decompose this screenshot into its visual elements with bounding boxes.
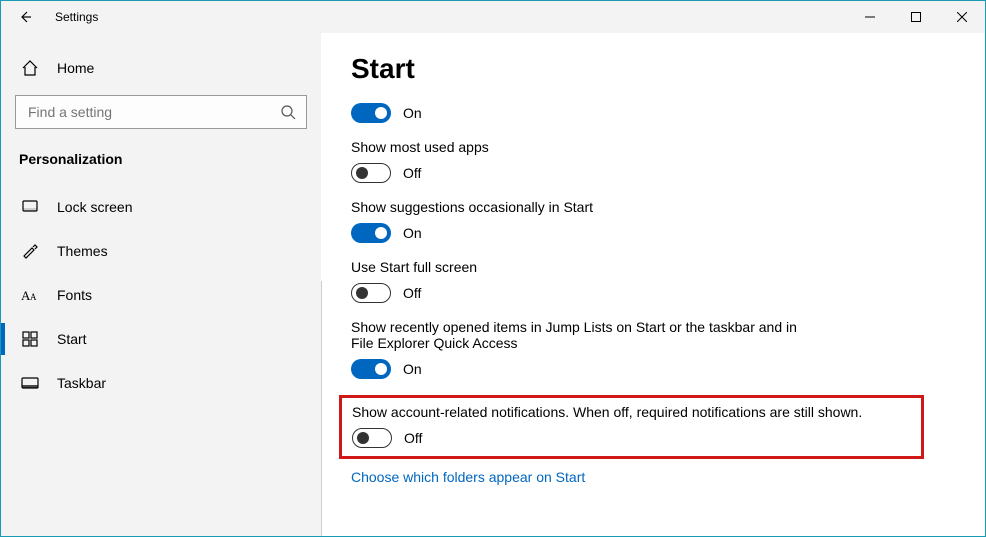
toggle-full-screen[interactable] xyxy=(351,283,391,303)
highlighted-setting-box: Show account-related notifications. When… xyxy=(339,395,924,459)
toggle-state-text: On xyxy=(403,361,422,377)
toggle-state-text: Off xyxy=(403,165,421,181)
start-icon xyxy=(21,330,49,348)
minimize-button[interactable] xyxy=(847,1,893,33)
choose-folders-link[interactable]: Choose which folders appear on Start xyxy=(351,469,955,485)
setting-label: Show suggestions occasionally in Start xyxy=(351,199,811,215)
toggle-state-text: On xyxy=(403,225,422,241)
vertical-divider xyxy=(321,281,322,536)
setting-most-used-apps: Show most used apps Off xyxy=(351,139,955,183)
setting-label: Show most used apps xyxy=(351,139,811,155)
setting-label: Show account-related notifications. When… xyxy=(352,404,882,420)
toggle-first[interactable] xyxy=(351,103,391,123)
arrow-left-icon xyxy=(17,9,33,25)
search-input[interactable] xyxy=(26,103,280,121)
taskbar-icon xyxy=(21,374,49,392)
setting-first-toggle: On xyxy=(351,103,955,123)
lock-screen-icon xyxy=(21,198,49,216)
maximize-button[interactable] xyxy=(893,1,939,33)
search-box[interactable] xyxy=(15,95,307,129)
sidebar-item-home[interactable]: Home xyxy=(1,51,321,85)
setting-account-notifications: Show account-related notifications. When… xyxy=(352,404,911,448)
toggle-account-notifications[interactable] xyxy=(352,428,392,448)
home-label: Home xyxy=(57,60,94,76)
toggle-state-text: Off xyxy=(403,285,421,301)
sidebar-item-start[interactable]: Start xyxy=(1,317,321,361)
setting-label: Show recently opened items in Jump Lists… xyxy=(351,319,811,351)
sidebar-item-label: Fonts xyxy=(57,287,92,303)
close-icon xyxy=(957,12,967,22)
maximize-icon xyxy=(911,12,921,22)
svg-text:A: A xyxy=(30,292,37,302)
setting-recent-items: Show recently opened items in Jump Lists… xyxy=(351,319,955,379)
sidebar-item-lock-screen[interactable]: Lock screen xyxy=(1,185,321,229)
back-button[interactable] xyxy=(9,1,41,33)
window-controls xyxy=(847,1,985,33)
sidebar-item-label: Lock screen xyxy=(57,199,132,215)
setting-label: Use Start full screen xyxy=(351,259,811,275)
sidebar-item-label: Themes xyxy=(57,243,108,259)
toggle-suggestions[interactable] xyxy=(351,223,391,243)
setting-suggestions: Show suggestions occasionally in Start O… xyxy=(351,199,955,243)
search-icon xyxy=(280,104,296,120)
titlebar: Settings xyxy=(1,1,985,33)
toggle-state-text: On xyxy=(403,105,422,121)
minimize-icon xyxy=(865,12,875,22)
sidebar-item-label: Taskbar xyxy=(57,375,106,391)
sidebar-section-header: Personalization xyxy=(1,129,321,185)
fonts-icon: AA xyxy=(21,286,49,304)
toggle-most-used-apps[interactable] xyxy=(351,163,391,183)
setting-full-screen: Use Start full screen Off xyxy=(351,259,955,303)
home-icon xyxy=(21,59,49,77)
page-title: Start xyxy=(351,53,955,85)
sidebar-item-taskbar[interactable]: Taskbar xyxy=(1,361,321,405)
close-button[interactable] xyxy=(939,1,985,33)
sidebar-item-themes[interactable]: Themes xyxy=(1,229,321,273)
content-area: Start On Show most used apps Off Show su… xyxy=(321,33,985,536)
themes-icon xyxy=(21,242,49,260)
sidebar: Home Personalization Lock screen Themes … xyxy=(1,33,321,536)
sidebar-item-fonts[interactable]: AA Fonts xyxy=(1,273,321,317)
toggle-state-text: Off xyxy=(404,430,422,446)
toggle-recent-items[interactable] xyxy=(351,359,391,379)
window-title: Settings xyxy=(55,10,98,24)
sidebar-item-label: Start xyxy=(57,331,87,347)
